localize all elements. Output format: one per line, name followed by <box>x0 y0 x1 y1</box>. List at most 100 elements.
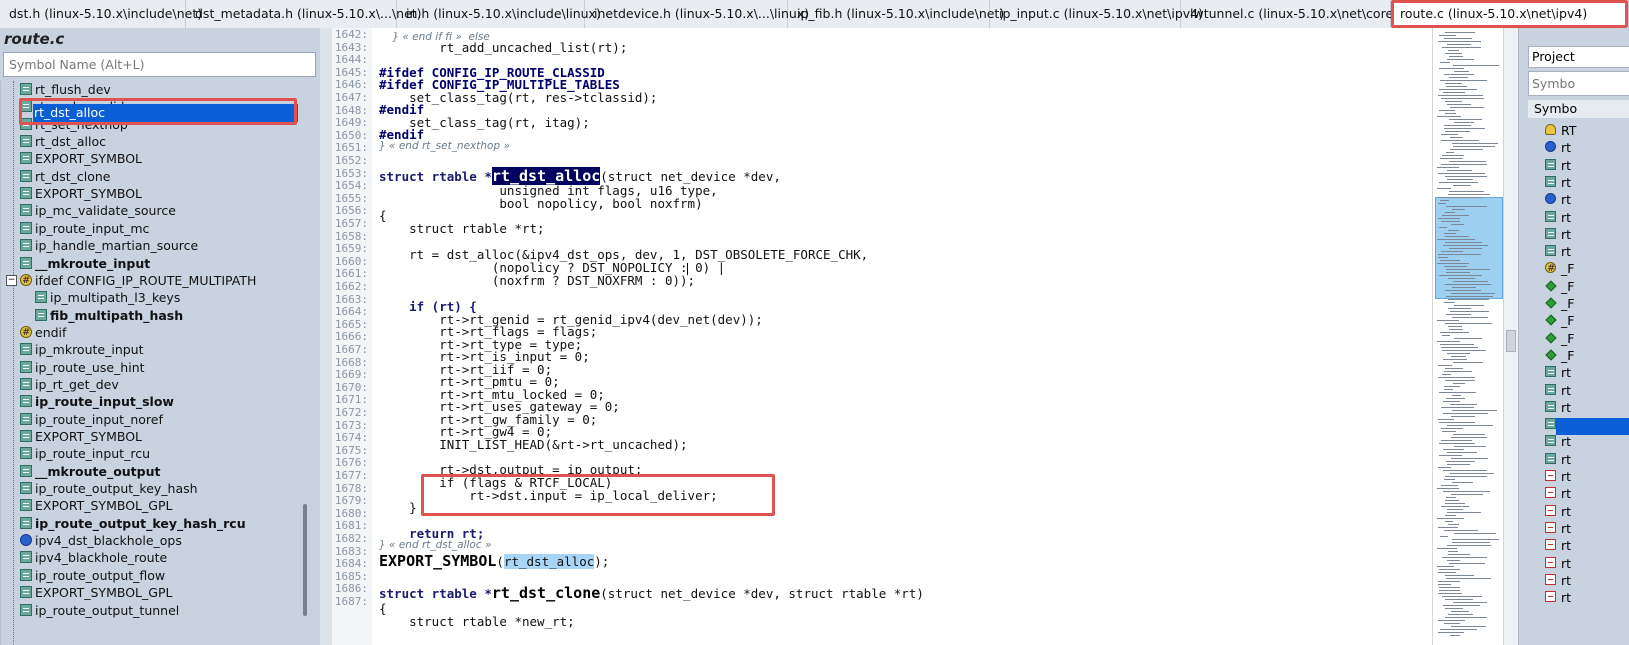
symbol-list-item[interactable]: __mkroute_output <box>1 463 301 480</box>
minimap-line <box>1437 188 1451 189</box>
tab-ip-input-c[interactable]: ip_input.c (linux-5.10.x\net\ipv4) <box>990 0 1203 28</box>
minimap-line <box>1451 416 1475 417</box>
symbol-list-item[interactable]: ip_route_output_key_hash_rcu <box>1 515 301 532</box>
symbol-list-item[interactable]: ip_route_input_noref <box>1 411 301 428</box>
symbol-list-item[interactable]: EXPORT_SYMBOL <box>1 185 301 202</box>
tab-dst-metadata-h[interactable]: dst_metadata.h (linux-5.10.x\...\net) <box>186 0 422 28</box>
symbol-list-scrollbar[interactable] <box>303 504 307 616</box>
project-symbol-search[interactable]: Symbo <box>1528 71 1629 96</box>
minimap-line <box>1446 206 1487 207</box>
symbol-list-item[interactable]: fib_multipath_hash <box>1 307 301 324</box>
project-symbol-row[interactable]: rt <box>1533 174 1629 191</box>
project-symbol-row[interactable]: rt <box>1533 399 1629 416</box>
project-symbol-row[interactable]: rt <box>1533 485 1629 502</box>
project-symbol-row[interactable]: rt <box>1533 382 1629 399</box>
symbol-list-item[interactable]: ip_route_input_mc <box>1 220 301 237</box>
symbol-list-item[interactable]: ip_route_input_rcu <box>1 445 301 462</box>
project-symbol-panel: Project Symbo Symbo RTrtrtrtrtrtrtrt_F_F… <box>1518 28 1629 645</box>
symbol-list-item[interactable]: EXPORT_SYMBOL <box>1 150 301 167</box>
minimap-line <box>1448 614 1473 615</box>
symbol-list[interactable]: rt_flush_devrt_cache_validrt_set_nexthop… <box>0 81 301 645</box>
code-line-1648: #endif <box>379 102 424 117</box>
project-symbol-row[interactable]: _F <box>1533 260 1629 277</box>
symbol-list-item[interactable]: ip_route_output_key_hash <box>1 480 301 497</box>
minimap-line <box>1447 353 1470 354</box>
minimap-line <box>1441 251 1463 252</box>
project-symbol-row[interactable]: rt <box>1533 209 1629 226</box>
project-symbol-row[interactable]: _F <box>1533 330 1629 347</box>
project-symbol-row[interactable]: rt <box>1533 503 1629 520</box>
project-symbol-row[interactable]: _F <box>1533 278 1629 295</box>
editor-vertical-scrollbar[interactable] <box>1503 28 1518 645</box>
tab-inetdevice-h[interactable]: inetdevice.h (linux-5.10.x\...\linux) <box>585 0 809 28</box>
symbol-list-item[interactable]: ipv4_dst_blackhole_ops <box>1 532 301 549</box>
symbol-list-item[interactable]: ip_route_output_tunnel <box>1 602 301 619</box>
collapse-toggle-icon[interactable]: − <box>6 275 17 286</box>
tab-dst-h[interactable]: dst.h (linux-5.10.x\include\net) <box>0 0 202 28</box>
tab-ip-fib-h[interactable]: ip_fib.h (linux-5.10.x\include\net) <box>788 0 1004 28</box>
symbol-list-item[interactable]: ip_route_use_hint <box>1 359 301 376</box>
symbol-list-item[interactable]: ip_rt_get_dev <box>1 376 301 393</box>
rt-dst-alloc-reference[interactable]: rt_dst_alloc <box>503 554 595 569</box>
symbol-list-item[interactable]: rt_flush_dev <box>1 81 301 98</box>
minimap-line <box>1445 284 1491 285</box>
project-symbol-row[interactable]: rt <box>1533 191 1629 208</box>
project-symbol-row[interactable]: rt <box>1533 157 1629 174</box>
symbol-list-item[interactable]: EXPORT_SYMBOL <box>1 428 301 445</box>
project-symbol-row[interactable]: _F <box>1533 347 1629 364</box>
symbol-list-item[interactable]: rt_dst_clone <box>1 168 301 185</box>
project-label[interactable]: Project <box>1528 46 1629 68</box>
project-symbol-selected-row[interactable] <box>1556 418 1629 435</box>
project-symbol-row[interactable]: rt <box>1533 589 1629 606</box>
symbol-search-input[interactable] <box>3 52 316 77</box>
minimap-line <box>1453 185 1471 186</box>
symbol-list-item-label: EXPORT_SYMBOL_GPL <box>35 498 173 514</box>
symbol-list-item[interactable]: rt_dst_alloc <box>1 133 301 150</box>
tab-route-c[interactable]: route.c (linux-5.10.x\net\ipv4) <box>1391 0 1629 28</box>
symbol-list-item[interactable]: __mkroute_input <box>1 255 301 272</box>
symbol-list-item[interactable]: EXPORT_SYMBOL_GPL <box>1 584 301 601</box>
minimap-line <box>1445 500 1459 501</box>
minimap-line <box>1446 398 1465 399</box>
symbol-list-item-label: rt_dst_alloc <box>35 134 107 150</box>
project-symbol-row[interactable]: rt <box>1533 433 1629 450</box>
rt-dst-clone-definition[interactable]: rt_dst_clone <box>492 584 600 602</box>
function-icon <box>20 516 32 529</box>
symbol-list-item[interactable]: EXPORT_SYMBOL_GPL <box>1 497 301 514</box>
symbol-list-item[interactable]: ip_route_input_slow <box>1 393 301 410</box>
symbol-list-item[interactable]: endif <box>1 324 301 341</box>
project-symbol-row[interactable]: rt <box>1533 139 1629 156</box>
symbol-list-item[interactable]: ifdef CONFIG_IP_ROUTE_MULTIPATH <box>1 272 301 289</box>
project-symbol-row[interactable]: rt <box>1533 451 1629 468</box>
project-symbol-row[interactable]: rt <box>1533 537 1629 554</box>
pane-splitter[interactable] <box>320 28 332 645</box>
code-editor[interactable]: 1642: 1643: 1644: 1645: 1646: 1647: 1648: 1649:… <box>332 28 1432 645</box>
minimap-line <box>1445 368 1463 369</box>
tab-in-h[interactable]: in.h (linux-5.10.x\include\linux) <box>397 0 601 28</box>
project-symbol-row[interactable]: RT <box>1533 122 1629 139</box>
symbol-list-item[interactable]: ip_mc_validate_source <box>1 202 301 219</box>
project-symbol-row[interactable]: rt <box>1533 520 1629 537</box>
project-symbol-row[interactable]: rt <box>1533 243 1629 260</box>
project-symbol-row[interactable]: rt <box>1533 572 1629 589</box>
project-symbol-row[interactable]: rt <box>1533 468 1629 485</box>
project-symbol-row[interactable]: rt <box>1533 226 1629 243</box>
editor-scroll-thumb[interactable] <box>1506 330 1516 352</box>
project-symbol-row[interactable]: rt <box>1533 364 1629 381</box>
project-symbol-row[interactable]: _F <box>1533 295 1629 312</box>
code-overview-minimap[interactable] <box>1432 28 1504 645</box>
project-symbol-row[interactable]: _F <box>1533 312 1629 329</box>
symbol-list-item[interactable]: ipv4_blackhole_route <box>1 549 301 566</box>
symbol-list-item[interactable]: ip_handle_martian_source <box>1 237 301 254</box>
symbol-list-item[interactable]: ip_mkroute_input <box>1 341 301 358</box>
symbol-list-item[interactable]: ip_multipath_l3_keys <box>1 289 301 306</box>
project-symbol-row[interactable]: rt <box>1533 555 1629 572</box>
symbol-list-item[interactable]: ip_route_output_flow <box>1 567 301 584</box>
tab-lwtunnel-c[interactable]: lwtunnel.c (linux-5.10.x\net\core) <box>1181 0 1398 28</box>
tab-label: inetdevice.h (linux-5.10.x\...\linux) <box>594 6 810 21</box>
function-icon <box>20 447 32 460</box>
minimap-line <box>1443 92 1465 93</box>
diamond-icon <box>1545 280 1557 292</box>
line-number: 1647: <box>334 91 368 104</box>
code-line-1660: (nopolicy ? DST_NOPOLICY : 0) | <box>379 260 725 275</box>
